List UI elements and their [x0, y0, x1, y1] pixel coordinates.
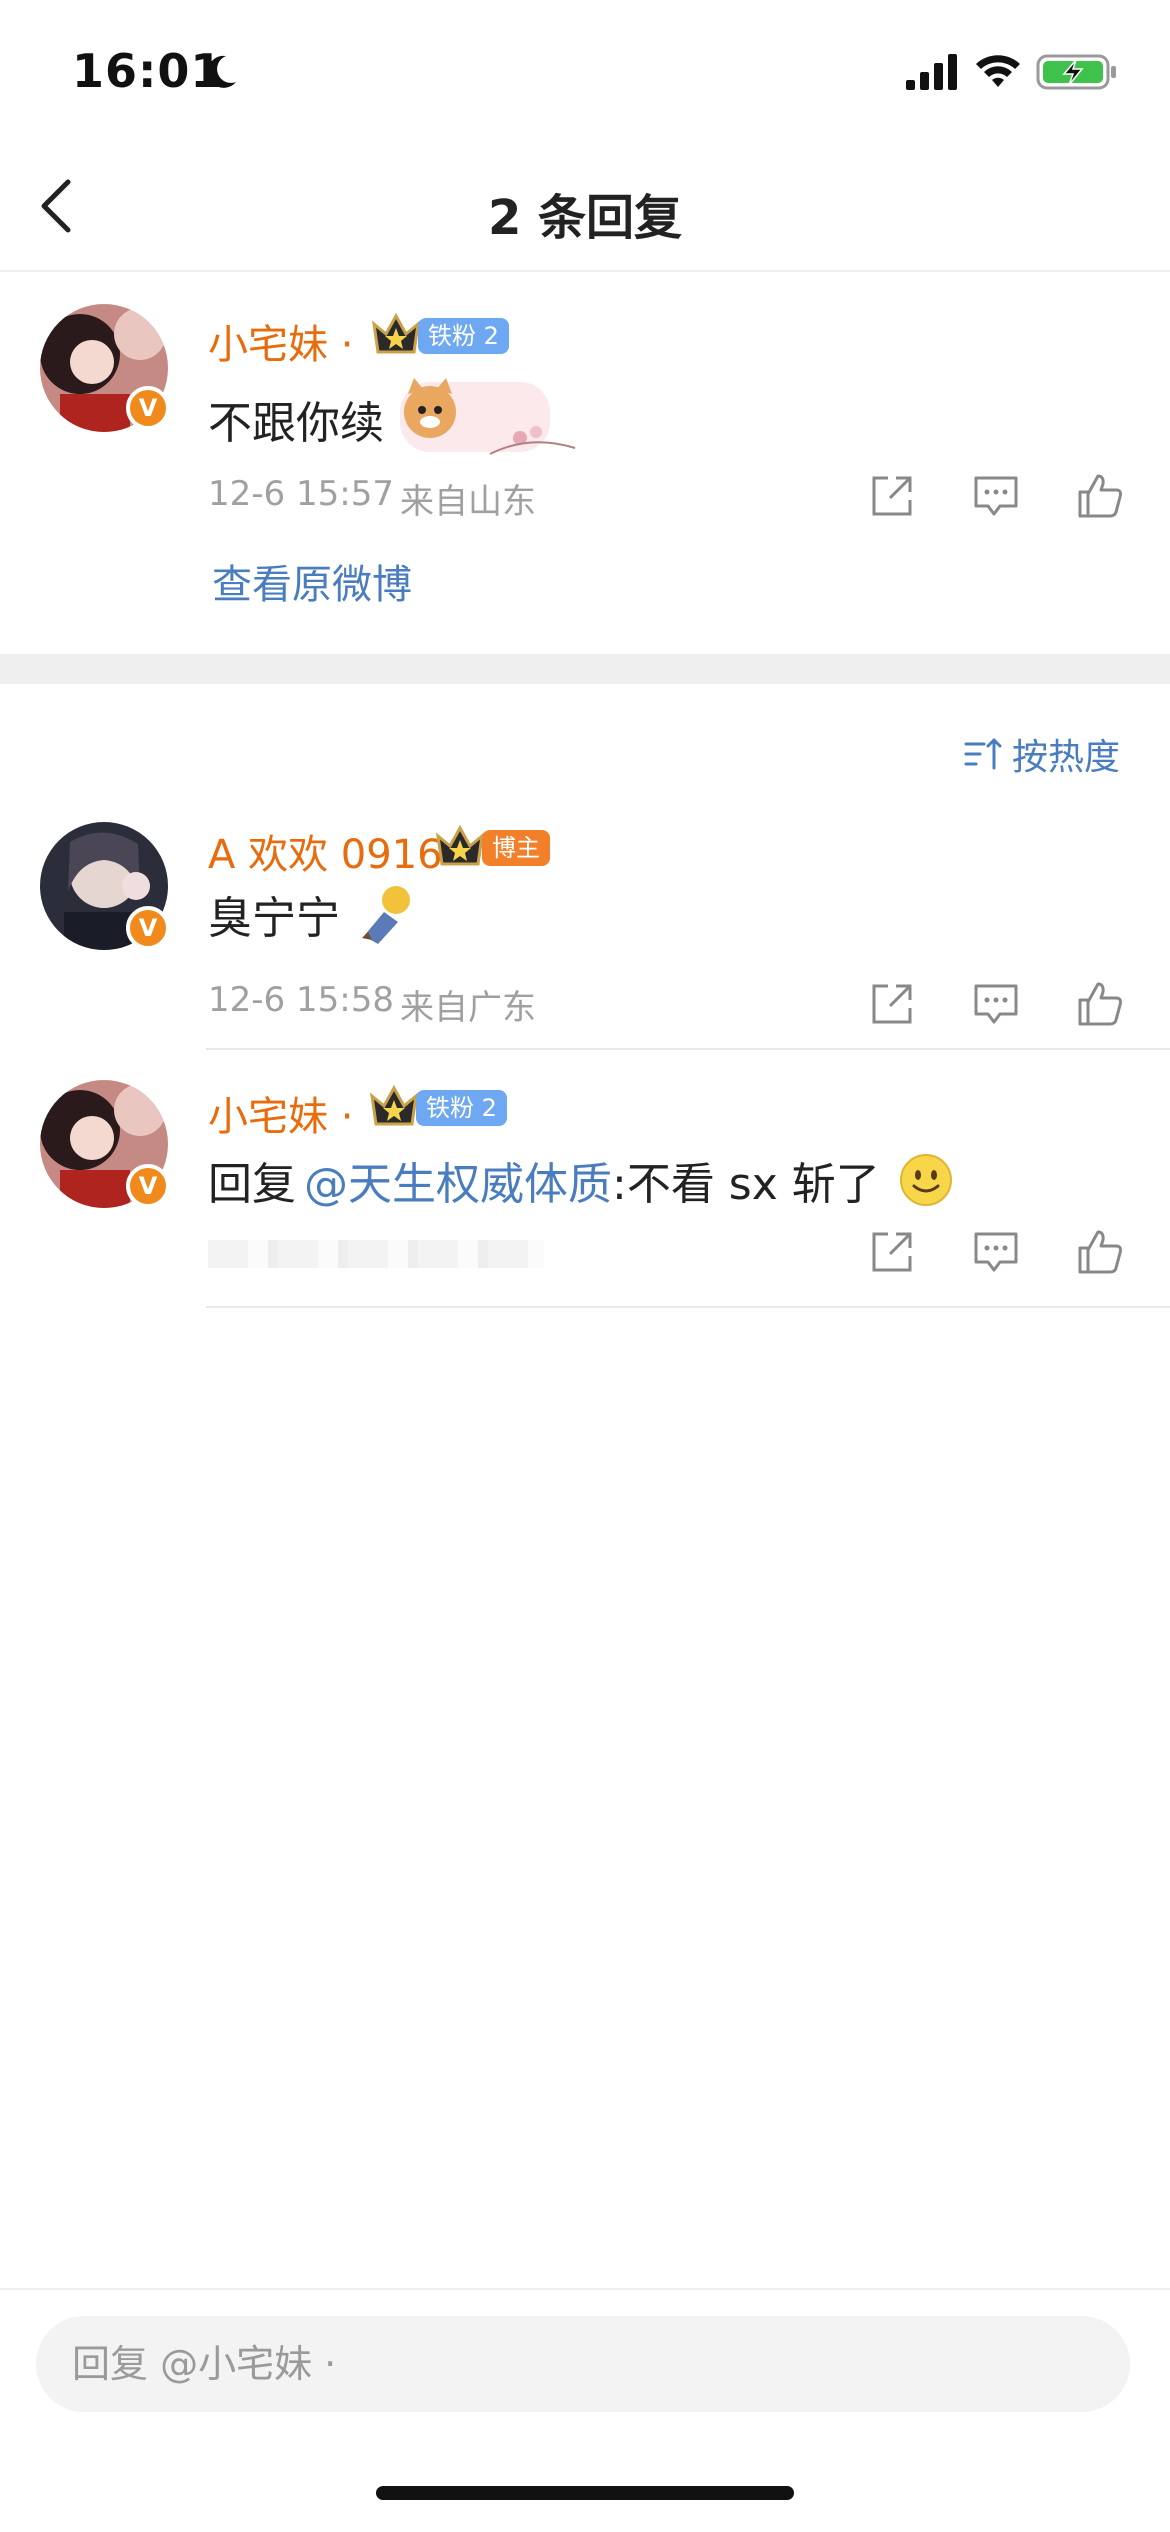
- username[interactable]: 小宅妹 ·: [208, 1084, 353, 1142]
- comment-body: :不看 sx 斩了: [612, 1159, 880, 1210]
- crown-icon: [371, 312, 421, 354]
- comment-body: 臭宁宁: [208, 893, 340, 944]
- comment-body: 不跟你续: [208, 398, 384, 449]
- mention-link[interactable]: @天生权威体质: [304, 1159, 612, 1210]
- like-icon[interactable]: [1074, 1226, 1126, 1278]
- share-icon[interactable]: [866, 470, 918, 522]
- share-icon[interactable]: [866, 1226, 918, 1278]
- home-indicator[interactable]: [376, 2486, 794, 2500]
- divider: [206, 1306, 1170, 1308]
- sort-icon: [964, 738, 1002, 770]
- sort-label: 按热度: [1011, 737, 1120, 778]
- cellular-signal-icon: [906, 54, 957, 90]
- comment-location: 来自山东: [400, 482, 536, 522]
- sort-button[interactable]: 按热度: [962, 728, 1120, 778]
- author-badge: 博主: [482, 830, 550, 866]
- comment-icon[interactable]: [970, 470, 1022, 522]
- comment-actions: [860, 978, 1130, 1034]
- main-comment: V 小宅妹 · 铁粉 2 不跟你续 12-6 15:57 来自山东 查看原微博: [0, 272, 1170, 654]
- like-icon[interactable]: [1074, 470, 1126, 522]
- share-icon[interactable]: [866, 978, 918, 1030]
- reply-bar: [0, 2288, 1170, 2532]
- verified-badge: V: [126, 906, 170, 950]
- page-title: 2 条回复: [487, 190, 683, 246]
- reply-item: V A 欢欢 0916 博主 臭宁宁 12-6 15:58 来自广东: [0, 810, 1170, 1050]
- comment-actions: [860, 1226, 1130, 1282]
- doll-emoji-icon: [362, 886, 410, 944]
- moon-icon: [207, 55, 236, 88]
- comment-time: 12-6 15:58: [208, 980, 394, 1020]
- comment-icon[interactable]: [970, 978, 1022, 1030]
- smile-emoji-icon: [899, 1154, 952, 1206]
- nav-bar: 2 条回复: [0, 140, 1170, 272]
- reply-prefix: 回复: [208, 1159, 296, 1210]
- like-icon[interactable]: [1074, 978, 1126, 1030]
- redacted-meta: [208, 1240, 544, 1268]
- reply-item: V 小宅妹 · 铁粉 2 回复 @天生权威体质:不看 sx 斩了: [0, 1050, 1170, 1310]
- crown-icon: [435, 824, 485, 866]
- fan-level-badge: 铁粉 2: [416, 1090, 507, 1126]
- comment-text: 不跟你续: [208, 374, 580, 464]
- view-original-link[interactable]: 查看原微博: [212, 552, 412, 610]
- comment-icon[interactable]: [970, 1226, 1022, 1278]
- comment-text: 臭宁宁: [208, 882, 418, 946]
- section-separator: [0, 654, 1170, 684]
- status-bar: 16:01: [0, 0, 1170, 140]
- comment-text: 回复 @天生权威体质:不看 sx 斩了: [208, 1148, 954, 1212]
- username[interactable]: A 欢欢 0916: [208, 822, 443, 880]
- comment-time: 12-6 15:57: [208, 474, 394, 514]
- reply-input[interactable]: [36, 2316, 1130, 2412]
- cat-sticker-icon: [400, 378, 576, 455]
- crown-icon: [369, 1084, 419, 1126]
- verified-badge: V: [126, 1164, 170, 1208]
- username[interactable]: 小宅妹 ·: [208, 312, 353, 370]
- comment-location: 来自广东: [400, 988, 536, 1028]
- comment-actions: [860, 470, 1130, 526]
- wifi-icon: [976, 55, 1020, 87]
- battery-charging-icon: [1036, 54, 1116, 90]
- fan-level-badge: 铁粉 2: [418, 318, 509, 354]
- verified-badge: V: [126, 386, 170, 430]
